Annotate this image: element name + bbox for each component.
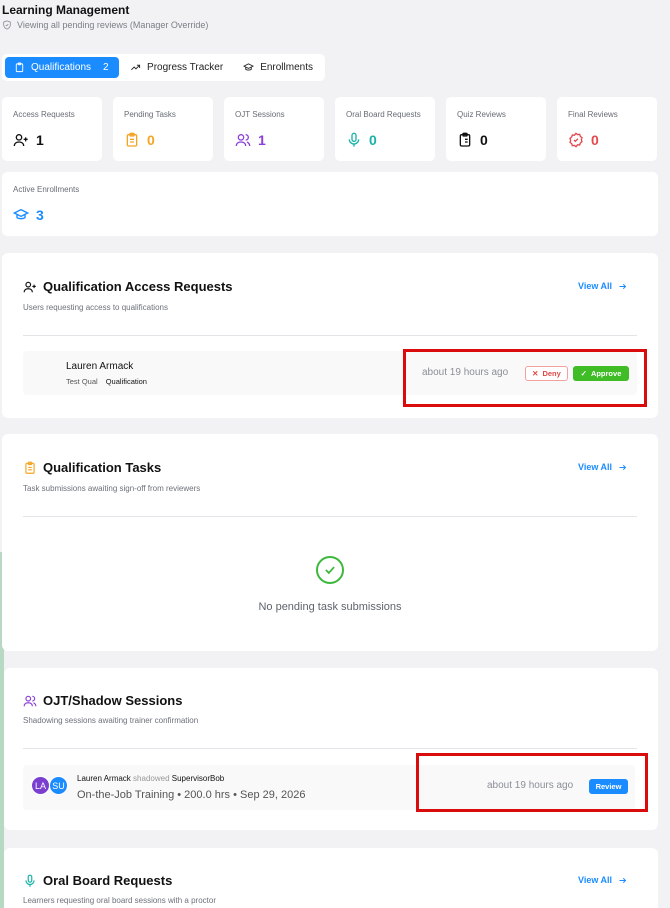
empty-state-text: No pending task submissions <box>258 601 402 613</box>
shield-icon <box>3 20 11 30</box>
stat-quiz-reviews[interactable]: Quiz Reviews 0 <box>446 97 546 161</box>
arrow-right-icon <box>619 877 627 883</box>
tasks-card: Qualification Tasks Task submissions awa… <box>2 434 658 651</box>
microphone-icon <box>25 874 35 887</box>
empty-state: No pending task submissions <box>2 556 658 613</box>
qualification-name: Test Qual <box>66 377 98 386</box>
stat-pending-tasks[interactable]: Pending Tasks 0 <box>113 97 213 161</box>
users-icon <box>23 695 37 706</box>
tab-progress-tracker[interactable]: Progress Tracker <box>121 57 232 78</box>
highlight-box <box>416 753 648 812</box>
card-subtitle: Task submissions awaiting sign-off from … <box>23 484 201 493</box>
card-subtitle: Learners requesting oral board sessions … <box>23 896 216 905</box>
view-all-link[interactable]: View All <box>578 875 627 885</box>
page-header: Learning Management Viewing all pending … <box>2 3 208 30</box>
check-circle-icon <box>316 556 344 584</box>
divider <box>23 335 637 336</box>
stat-value: 1 <box>36 132 44 148</box>
highlight-box <box>403 349 647 407</box>
tab-bar: Qualifications 2 Progress Tracker Enroll… <box>2 54 325 81</box>
clipboard-icon <box>25 461 35 474</box>
stat-active-enrollments[interactable]: Active Enrollments 3 <box>2 172 658 236</box>
tab-enrollments[interactable]: Enrollments <box>234 57 322 78</box>
avatar: SU <box>49 776 68 795</box>
oral-board-card: Oral Board Requests Learners requesting … <box>4 848 658 908</box>
requester-name: Lauren Armack <box>66 361 134 372</box>
user-plus-icon <box>23 281 36 292</box>
stat-value: 0 <box>147 132 155 148</box>
trainer-name: SupervisorBob <box>171 774 225 783</box>
arrow-right-icon <box>619 464 627 470</box>
stat-ojt-sessions[interactable]: OJT Sessions 1 <box>224 97 324 161</box>
avatar: LA <box>31 776 50 795</box>
graduation-cap-icon <box>243 63 255 71</box>
clipboard-list-icon <box>459 132 471 147</box>
page-title: Learning Management <box>2 3 130 17</box>
stat-value: 0 <box>591 132 599 148</box>
clipboard-icon <box>15 62 24 73</box>
view-all-link[interactable]: View All <box>578 281 627 291</box>
stat-access-requests[interactable]: Access Requests 1 <box>2 97 102 161</box>
card-title: Qualification Tasks <box>23 460 161 475</box>
card-subtitle: Users requesting access to qualification… <box>23 303 168 312</box>
trainee-name: Lauren Armack <box>77 774 131 783</box>
stat-final-reviews[interactable]: Final Reviews 0 <box>557 97 657 161</box>
session-participants: Lauren Armack shadowed SupervisorBob <box>77 774 224 783</box>
stat-value: 1 <box>258 132 266 148</box>
divider <box>23 748 637 749</box>
stat-value: 0 <box>480 132 488 148</box>
view-all-link[interactable]: View All <box>578 462 627 472</box>
card-title: Qualification Access Requests <box>23 279 233 294</box>
user-plus-icon <box>13 134 28 147</box>
arrow-right-icon <box>619 283 627 289</box>
card-subtitle: Shadowing sessions awaiting trainer conf… <box>23 716 199 725</box>
tab-count-badge: 2 <box>103 62 109 73</box>
card-title: OJT/Shadow Sessions <box>23 693 182 708</box>
page-subtitle: Viewing all pending reviews (Manager Ove… <box>2 20 208 30</box>
divider <box>23 516 637 517</box>
tab-qualifications[interactable]: Qualifications 2 <box>5 57 120 78</box>
stat-value: 0 <box>369 132 377 148</box>
request-meta: Test Qual Qualification <box>66 377 147 386</box>
stat-oral-board-requests[interactable]: Oral Board Requests 0 <box>335 97 435 161</box>
request-type: Qualification <box>105 377 147 386</box>
badge-check-icon <box>569 132 583 148</box>
graduation-cap-icon <box>13 208 29 220</box>
stat-value: 3 <box>36 207 44 223</box>
card-title: Oral Board Requests <box>23 873 172 888</box>
trending-up-icon <box>131 64 141 71</box>
session-details: On-the-Job Training • 200.0 hrs • Sep 29… <box>77 789 306 801</box>
clipboard-icon <box>126 132 138 147</box>
users-icon <box>235 134 251 147</box>
session-verb: shadowed <box>133 774 170 783</box>
microphone-icon <box>348 132 360 147</box>
